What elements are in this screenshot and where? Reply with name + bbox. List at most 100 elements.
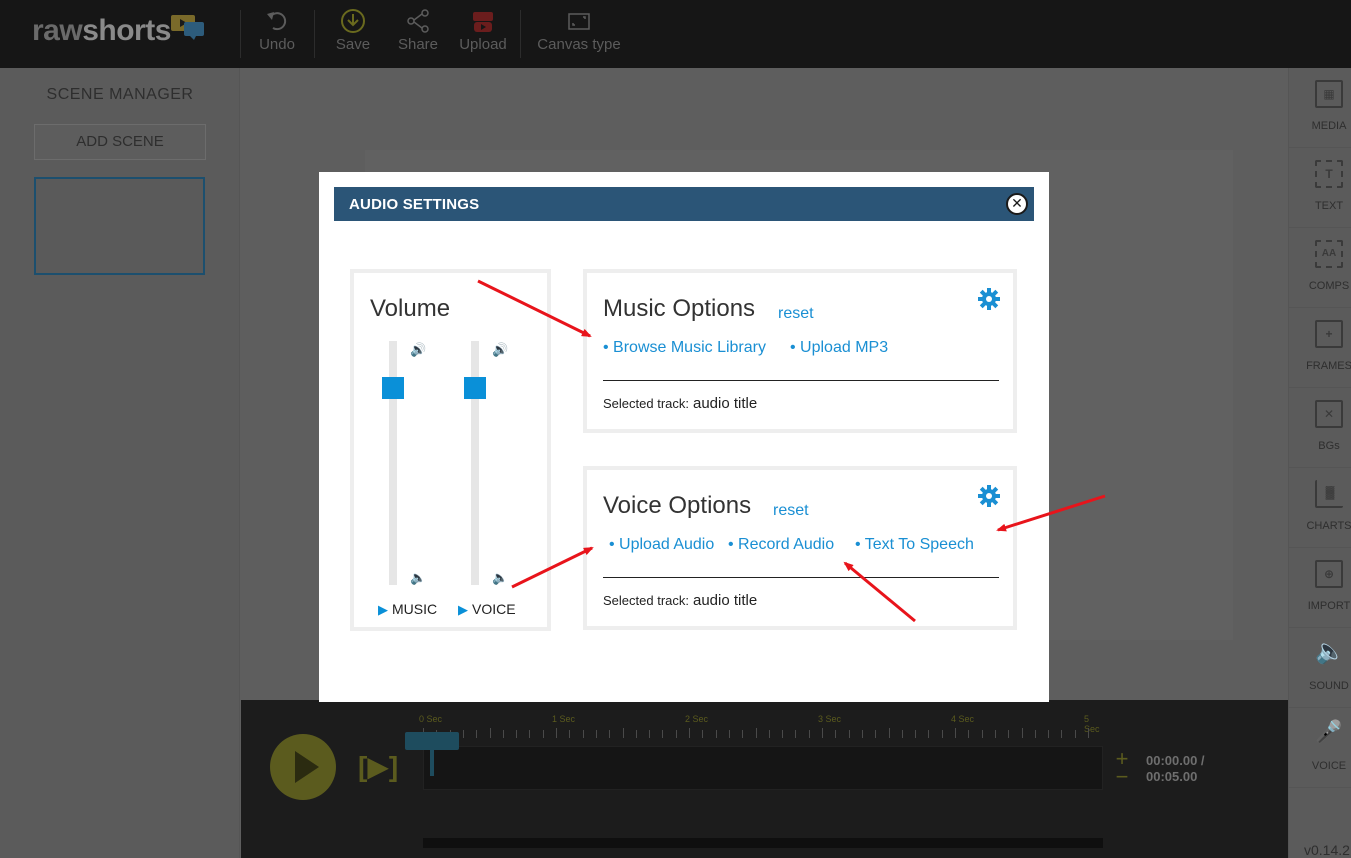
voice-reset-link[interactable]: reset [773, 502, 809, 520]
scene-manager-panel: SCENE MANAGER ADD SCENE [0, 68, 240, 858]
close-button[interactable]: ✕ [1006, 193, 1028, 215]
zoom-out-button[interactable]: − [1111, 766, 1133, 788]
comps-icon: AA [1315, 240, 1343, 268]
text-icon: T [1315, 160, 1343, 188]
scene-thumbnail[interactable] [34, 177, 205, 275]
tick-mark [835, 730, 837, 738]
tick-mark [888, 728, 890, 738]
download-icon [341, 9, 365, 33]
playhead-handle[interactable] [405, 732, 459, 750]
timeline-track[interactable] [423, 746, 1103, 790]
tick-mark [795, 730, 797, 738]
tick-mark [875, 730, 877, 738]
play-icon: ▶ [378, 602, 388, 617]
youtube-icon [473, 12, 493, 32]
canvas-type-button[interactable]: Canvas type [534, 8, 624, 60]
scene-manager-title: SCENE MANAGER [46, 86, 194, 103]
music-play-button[interactable]: ▶ MUSIC [378, 601, 437, 618]
save-button[interactable]: Save [330, 8, 376, 60]
tool-voice[interactable]: 🎤 VOICE [1289, 708, 1351, 788]
import-icon: ⊕ [1315, 560, 1343, 588]
add-scene-button[interactable]: ADD SCENE [34, 124, 206, 160]
tick-mark [1088, 728, 1089, 738]
timeline: [▶] 0 Sec 1 Sec 2 Sec 3 Sec 4 Sec 5 Sec + − 0… [241, 700, 1288, 858]
text-to-speech-link[interactable]: • Text To Speech [855, 536, 974, 554]
tick-mark [782, 730, 784, 738]
tick-mark [848, 730, 850, 738]
record-audio-link[interactable]: • Record Audio [728, 536, 834, 554]
divider [603, 380, 999, 381]
music-reset-link[interactable]: reset [778, 305, 814, 323]
play-button[interactable] [270, 734, 336, 800]
voice-options-card: Voice Options reset • Upload Audio • Rec… [583, 466, 1017, 630]
tool-import[interactable]: ⊕ IMPORT [1289, 548, 1351, 628]
tick-label: 3 Sec [818, 714, 842, 724]
tick-mark [1061, 730, 1063, 738]
browse-music-library-link[interactable]: • Browse Music Library [603, 339, 766, 357]
right-tool-panel: ▦ MEDIA T TEXT AA COMPS + FRAMES ✕ BGs ▓… [1288, 68, 1351, 858]
upload-mp3-link[interactable]: • Upload MP3 [790, 339, 888, 357]
tick-mark [1074, 730, 1076, 738]
undo-button[interactable]: Undo [252, 8, 302, 60]
frames-icon: + [1315, 320, 1343, 348]
microphone-icon: 🎤 [1315, 719, 1343, 744]
tick-mark [915, 730, 917, 738]
voice-options-title: Voice Options [603, 492, 752, 519]
gear-icon[interactable] [977, 484, 1001, 508]
tick-mark [609, 730, 611, 738]
music-volume-thumb[interactable] [382, 376, 404, 399]
backgrounds-icon: ✕ [1315, 400, 1343, 428]
volume-card: Volume 🔊 🔈 🔊 🔈 ▶ MUSIC ▶ VOICE [350, 269, 551, 631]
voice-play-button[interactable]: ▶ VOICE [458, 601, 516, 618]
total-time: 00:05.00 [1146, 769, 1198, 784]
image-icon: ▦ [1315, 80, 1343, 108]
tick-label: 5 Sec [1084, 714, 1100, 734]
tick-mark [928, 730, 930, 738]
tick-mark [1034, 730, 1036, 738]
upload-button[interactable]: Upload [456, 8, 510, 60]
tool-bgs[interactable]: ✕ BGs [1289, 388, 1351, 468]
tool-comps[interactable]: AA COMPS [1289, 228, 1351, 308]
time-readout: 00:00.00 / 00:05.00 [1146, 753, 1205, 785]
voice-volume-thumb[interactable] [464, 376, 486, 399]
gear-icon[interactable] [977, 287, 1001, 311]
tick-label: 2 Sec [685, 714, 709, 724]
tick-mark [715, 730, 717, 738]
canvas-type-icon [568, 13, 590, 30]
step-forward-button[interactable]: [▶] [358, 752, 402, 782]
tick-mark [649, 730, 651, 738]
tick-mark [861, 730, 863, 738]
tool-charts[interactable]: ▓ CHARTS [1289, 468, 1351, 548]
tick-mark [622, 728, 624, 738]
tick-mark [808, 730, 810, 738]
tool-sound[interactable]: 🔈 SOUND [1289, 628, 1351, 708]
app-logo: rawshorts [32, 14, 171, 47]
share-button[interactable]: Share [394, 8, 442, 60]
tool-media[interactable]: ▦ MEDIA [1289, 68, 1351, 148]
share-icon [407, 9, 429, 33]
divider [603, 577, 999, 578]
tick-mark [955, 728, 956, 738]
tick-mark [941, 730, 943, 738]
music-selected-track: Selected track: audio title [603, 395, 758, 412]
timeline-scrollbar[interactable] [423, 838, 1103, 848]
toolbar-divider [240, 10, 241, 58]
music-options-card: Music Options reset • Browse Music Libra… [583, 269, 1017, 433]
tick-mark [1048, 730, 1050, 738]
upload-audio-link[interactable]: • Upload Audio [609, 536, 714, 554]
modal-title: AUDIO SETTINGS [349, 196, 480, 213]
tick-mark [542, 730, 544, 738]
modal-header: AUDIO SETTINGS ✕ [334, 187, 1034, 221]
tool-frames[interactable]: + FRAMES [1289, 308, 1351, 388]
tick-mark [1008, 730, 1010, 738]
logo-badge-icon [171, 15, 204, 40]
play-icon: ▶ [458, 602, 468, 617]
speaker-icon: 🔈 [1315, 638, 1345, 665]
tick-label: 4 Sec [951, 714, 975, 724]
top-toolbar: rawshorts Undo Save Share Upload Canvas … [0, 0, 1351, 68]
tick-mark [462, 730, 464, 738]
tool-text[interactable]: T TEXT [1289, 148, 1351, 228]
timeline-ruler[interactable]: 0 Sec 1 Sec 2 Sec 3 Sec 4 Sec 5 Sec [419, 714, 1103, 744]
version-label: v0.14.2 [1304, 842, 1350, 858]
playhead-stem [430, 750, 434, 776]
